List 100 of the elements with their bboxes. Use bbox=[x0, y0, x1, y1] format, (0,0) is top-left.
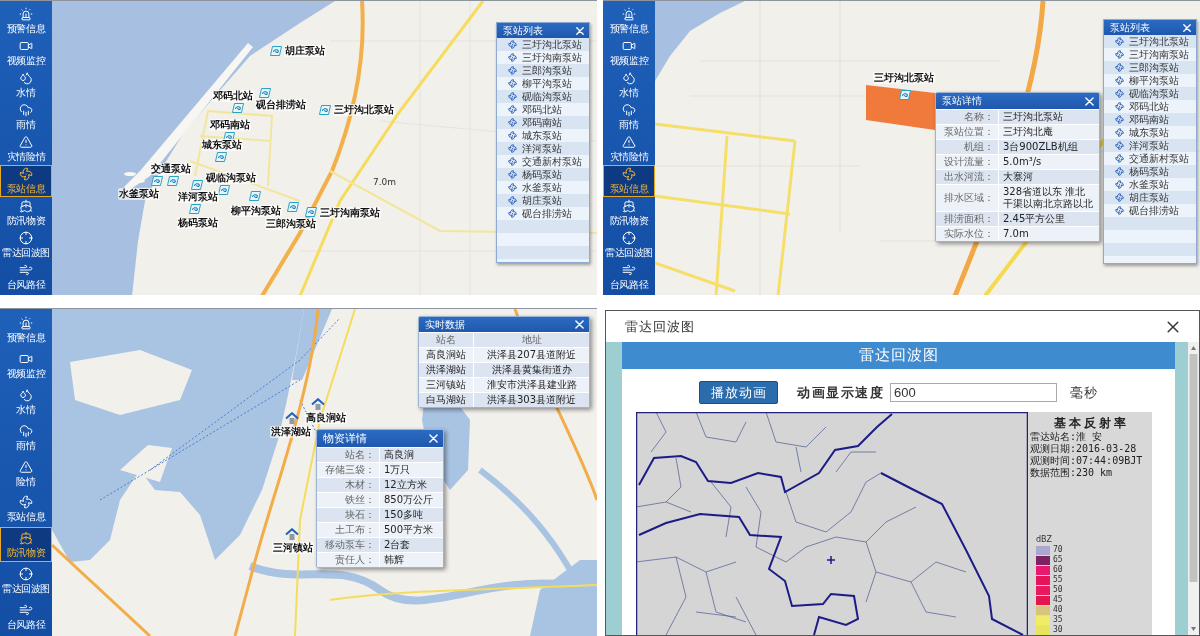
house-marker-icon[interactable] bbox=[311, 398, 325, 410]
station-list-item[interactable]: 城东泵站 bbox=[497, 129, 589, 142]
sidebar-item[interactable]: 灾情险情 bbox=[0, 132, 52, 165]
sidebar-item[interactable]: 泵站信息 bbox=[0, 164, 52, 197]
legend-value: 40 bbox=[1053, 605, 1063, 615]
station-list-item[interactable]: 砚台排涝站 bbox=[1104, 204, 1196, 217]
droplets-icon bbox=[622, 70, 636, 85]
station-list-item[interactable]: 邓码南站 bbox=[497, 116, 589, 129]
unit-label: 毫秒 bbox=[1070, 383, 1098, 402]
table-cell: 三河镇站 bbox=[419, 378, 473, 392]
station-marker-icon[interactable] bbox=[189, 204, 201, 214]
station-list-item[interactable]: 杨码泵站 bbox=[1104, 165, 1196, 178]
speed-input[interactable]: 600 bbox=[890, 383, 1057, 402]
station-list-item[interactable]: 洋河泵站 bbox=[1104, 139, 1196, 152]
station-marker-icon[interactable] bbox=[287, 202, 299, 212]
sidebar-item[interactable]: 水情 bbox=[603, 68, 655, 101]
station-list-item[interactable]: 三圩沟北泵站 bbox=[497, 38, 589, 51]
station-marker-icon[interactable] bbox=[167, 176, 179, 186]
crosshair-icon bbox=[19, 566, 33, 581]
sidebar-item[interactable]: 险情 bbox=[0, 455, 52, 491]
station-marker-icon[interactable] bbox=[319, 105, 331, 115]
station-marker-icon[interactable] bbox=[259, 88, 271, 98]
station-list-item[interactable]: 邓码北站 bbox=[1104, 100, 1196, 113]
station-list-item[interactable]: 交通新村泵站 bbox=[1104, 152, 1196, 165]
station-list-item[interactable]: 洋河泵站 bbox=[497, 142, 589, 155]
field-value: 2台套 bbox=[380, 538, 443, 552]
sidebar-item[interactable]: 雷达回波图 bbox=[0, 228, 52, 261]
sidebar-item[interactable]: 水情 bbox=[0, 68, 52, 101]
sidebar-item[interactable]: 防汛物资 bbox=[0, 526, 52, 563]
station-list-item[interactable]: 交通新村泵站 bbox=[497, 155, 589, 168]
station-marker-icon[interactable] bbox=[249, 191, 261, 201]
station-marker-icon[interactable] bbox=[215, 152, 227, 162]
station-list-item[interactable]: 杨码泵站 bbox=[497, 168, 589, 181]
sidebar-item[interactable]: 预警信息 bbox=[603, 4, 655, 37]
sidebar-item[interactable]: 雷达回波图 bbox=[0, 562, 52, 599]
sidebar-item[interactable]: 防汛物资 bbox=[0, 196, 52, 229]
sidebar-item[interactable]: 灾情险情 bbox=[603, 132, 655, 165]
siren-icon bbox=[19, 6, 33, 21]
station-list-item[interactable]: 三圩沟南泵站 bbox=[497, 51, 589, 64]
station-marker-icon[interactable] bbox=[305, 207, 317, 217]
fan-icon bbox=[19, 167, 33, 182]
sidebar-item[interactable]: 台风路径 bbox=[0, 598, 52, 635]
sidebar-item[interactable]: 防汛物资 bbox=[603, 196, 655, 229]
station-list-item[interactable]: 砚台排涝站 bbox=[497, 207, 589, 220]
station-list-item[interactable]: 砚临沟泵站 bbox=[497, 90, 589, 103]
legend-value: 55 bbox=[1053, 575, 1063, 585]
sidebar-item[interactable]: 视频监控 bbox=[603, 36, 655, 69]
panel-title: 泵站列表 bbox=[503, 24, 543, 37]
station-list-item[interactable]: 邓码南站 bbox=[1104, 113, 1196, 126]
station-list-item[interactable]: 城东泵站 bbox=[1104, 126, 1196, 139]
popup-title: 物资详情 bbox=[323, 432, 367, 445]
field-label: 移动泵车： bbox=[317, 538, 379, 552]
station-marker-icon[interactable] bbox=[270, 46, 282, 56]
field-label: 木材： bbox=[317, 478, 379, 492]
station-list-item[interactable]: 三圩沟北泵站 bbox=[1104, 35, 1196, 48]
field-value: 韩辉 bbox=[380, 553, 443, 567]
warning-icon bbox=[19, 135, 33, 149]
station-list-item[interactable]: 三郎沟泵站 bbox=[497, 64, 589, 77]
close-icon[interactable] bbox=[1167, 320, 1179, 333]
station-marker-icon[interactable] bbox=[191, 180, 203, 190]
station-marker-icon[interactable] bbox=[899, 90, 911, 100]
station-list-item[interactable]: 三圩沟南泵站 bbox=[1104, 48, 1196, 61]
sidebar-item[interactable]: 视频监控 bbox=[0, 347, 52, 384]
station-list-item[interactable]: 三郎沟泵站 bbox=[1104, 61, 1196, 74]
warning-icon bbox=[19, 459, 33, 474]
sidebar-item[interactable]: 泵站信息 bbox=[0, 490, 52, 527]
table-cell: 洪泽县207县道附近 bbox=[474, 348, 589, 362]
station-list-item[interactable]: 胡庄泵站 bbox=[497, 194, 589, 207]
station-list-item[interactable]: 邓码北站 bbox=[497, 103, 589, 116]
sidebar-item[interactable]: 预警信息 bbox=[0, 312, 52, 348]
sidebar-item[interactable]: 雷达回波图 bbox=[603, 228, 655, 261]
station-list-item[interactable]: 水釜泵站 bbox=[1104, 178, 1196, 191]
station-marker-icon[interactable] bbox=[218, 185, 230, 195]
table-cell: 洪泽县303县道附近 bbox=[474, 393, 589, 407]
play-animation-button[interactable]: 播放动画 bbox=[699, 381, 778, 404]
house-marker-icon[interactable] bbox=[285, 528, 299, 540]
fan-icon bbox=[19, 495, 33, 510]
sidebar-item[interactable]: 台风路径 bbox=[0, 260, 52, 293]
droplets-icon bbox=[19, 387, 33, 402]
sidebar-item[interactable]: 雨情 bbox=[0, 100, 52, 133]
house-marker-icon[interactable] bbox=[285, 412, 299, 424]
station-list-item[interactable]: 柳平沟泵站 bbox=[497, 77, 589, 90]
sidebar-item[interactable]: 预警信息 bbox=[0, 4, 52, 37]
station-list-item[interactable]: 胡庄泵站 bbox=[1104, 191, 1196, 204]
highlighted-area[interactable] bbox=[866, 85, 935, 130]
station-marker-icon[interactable] bbox=[232, 103, 244, 113]
station-marker-icon[interactable] bbox=[151, 176, 163, 186]
sidebar-item[interactable]: 雨情 bbox=[0, 419, 52, 456]
station-list-item[interactable]: 柳平沟泵站 bbox=[1104, 74, 1196, 87]
warning-icon bbox=[622, 135, 636, 149]
sidebar-item[interactable]: 视频监控 bbox=[0, 36, 52, 69]
station-list-item[interactable]: 水釜泵站 bbox=[497, 181, 589, 194]
field-value: 高良涧 bbox=[380, 448, 443, 462]
sidebar-item[interactable]: 雨情 bbox=[603, 100, 655, 133]
sidebar-item[interactable]: 水情 bbox=[0, 383, 52, 420]
station-list-item[interactable]: 砚临沟泵站 bbox=[1104, 87, 1196, 100]
sidebar-item[interactable]: 台风路径 bbox=[603, 260, 655, 293]
scrollbar[interactable] bbox=[1188, 342, 1199, 635]
sidebar-item[interactable]: 泵站信息 bbox=[603, 164, 655, 197]
legend-value: 60 bbox=[1053, 565, 1063, 575]
